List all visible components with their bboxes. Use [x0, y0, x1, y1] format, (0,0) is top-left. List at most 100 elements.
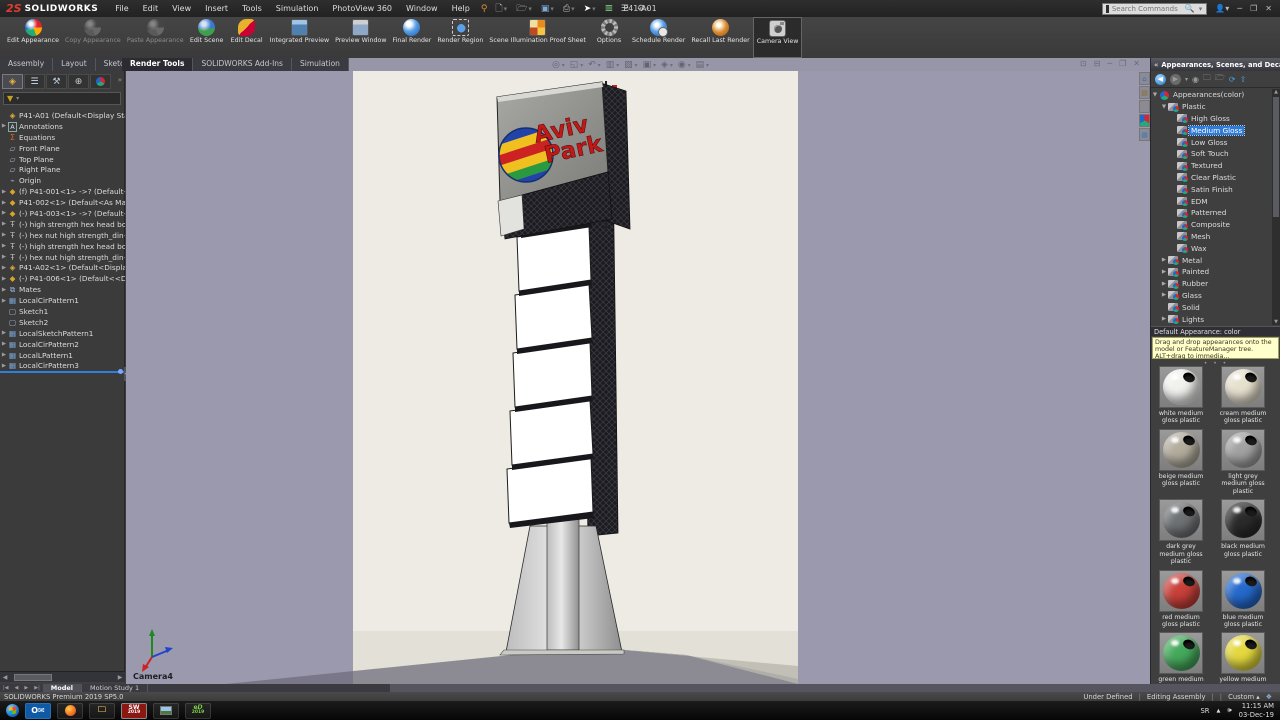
hud-icon[interactable]: ▧ ▾ — [624, 60, 637, 70]
close-button[interactable]: ✕ — [1265, 4, 1272, 13]
menu-item[interactable]: Edit — [136, 2, 166, 15]
commandmanager-tab[interactable]: SOLIDWORKS Add-Ins — [193, 58, 292, 71]
command-button[interactable]: Final Render — [389, 17, 434, 58]
command-button[interactable]: Edit Scene — [187, 17, 227, 58]
search-input[interactable] — [1112, 5, 1182, 13]
expand-arrow-icon[interactable]: ▶ — [0, 123, 8, 129]
login-icon[interactable]: 👤▾ — [1215, 4, 1229, 13]
tree-item[interactable]: Sketch1 — [0, 306, 125, 317]
command-button[interactable]: Scene Illumination Proof Sheet — [486, 17, 589, 58]
appearance-tree-item[interactable]: Satin Finish — [1151, 183, 1273, 195]
tree-item[interactable]: ▶ LocalCirPattern2 — [0, 339, 125, 350]
pin-icon[interactable]: ⚲ — [477, 4, 492, 14]
expand-arrow-icon[interactable]: ▶ — [0, 243, 8, 249]
last-tab-icon[interactable]: ▶| — [31, 685, 43, 691]
restore-button[interactable]: ❐ — [1250, 4, 1257, 13]
appearance-tree-item[interactable]: Patterned — [1151, 207, 1273, 219]
command-button[interactable]: Edit Decal — [227, 17, 267, 58]
new-document-icon[interactable]: 🗋▾ — [491, 1, 512, 17]
tree-item[interactable]: ▶ LocalCirPattern3 — [0, 360, 125, 371]
select-cursor-icon[interactable]: ➤▾ — [580, 4, 601, 14]
first-tab-icon[interactable]: |◀ — [0, 685, 12, 691]
search-scope-icon[interactable] — [1106, 5, 1109, 13]
custom-properties-icon[interactable]: ▦ — [1139, 128, 1150, 141]
tree-item[interactable]: ▶ (-) hex nut high strength_din<331> ( — [0, 252, 125, 263]
swatch-tile[interactable] — [1221, 632, 1265, 674]
menu-item[interactable]: Help — [445, 2, 477, 15]
appearance-tree-item[interactable]: Medium Gloss — [1151, 124, 1273, 136]
expand-arrow-icon[interactable]: ▶ — [0, 189, 8, 195]
solidworks-resources-icon[interactable]: ⌂ — [1139, 72, 1150, 85]
save-icon[interactable]: ▣▾ — [537, 4, 559, 14]
taskbar-outlook[interactable]: O✉ — [25, 703, 51, 719]
hud-icon[interactable]: ◱ ▾ — [570, 60, 583, 70]
file-properties-icon[interactable]: ☰ — [617, 4, 633, 14]
command-button[interactable]: Preview Window — [332, 17, 389, 58]
appearance-tree-item[interactable]: ▶ Painted — [1151, 266, 1273, 278]
doc-restore-icon[interactable]: ⊡ — [1080, 59, 1087, 68]
tree-item[interactable]: Right Plane — [0, 164, 125, 175]
expand-arrow-icon[interactable]: ▶ — [0, 330, 8, 336]
collapse-pane-icon[interactable]: « — [1154, 61, 1158, 69]
tree-item[interactable]: Top Plane — [0, 154, 125, 165]
rollback-bar[interactable] — [0, 371, 125, 373]
appearance-swatch[interactable]: red medium gloss plastic — [1155, 570, 1207, 629]
menu-item[interactable]: Simulation — [269, 2, 326, 15]
next-tab-icon[interactable]: ▶ — [21, 685, 31, 691]
expand-arrow-icon[interactable]: ▶ — [0, 341, 8, 347]
expand-arrow-icon[interactable]: ▶ — [0, 232, 8, 238]
appearance-tree-item[interactable]: Soft Touch — [1151, 148, 1273, 160]
appearance-tree-item[interactable]: ▼ Appearances(color) — [1151, 89, 1273, 101]
tree-item[interactable]: ▶ LocalSketchPattern1 — [0, 328, 125, 339]
hud-icon[interactable]: ▤ ▾ — [696, 60, 709, 70]
menu-item[interactable]: View — [165, 2, 198, 15]
appearance-tree-item[interactable]: Textured — [1151, 160, 1273, 172]
command-button[interactable]: Copy Appearance — [62, 17, 124, 58]
swatch-tile[interactable] — [1159, 366, 1203, 408]
taskbar-edrawings[interactable]: e𝘿2019 — [185, 703, 211, 719]
expand-arrow-icon[interactable]: ▶ — [0, 298, 8, 304]
command-button[interactable]: Render Region — [434, 17, 486, 58]
scroll-right-icon[interactable]: ▶ — [115, 674, 125, 681]
model-tab[interactable]: Motion Study 1 — [82, 684, 148, 692]
prev-tab-icon[interactable]: ◀ — [12, 685, 22, 691]
swatch-tile[interactable] — [1221, 570, 1265, 612]
commandmanager-tab[interactable]: Layout — [53, 58, 96, 71]
swatch-tile[interactable] — [1159, 499, 1203, 541]
scroll-up-icon[interactable]: ▲ — [1272, 89, 1280, 95]
graphics-viewport[interactable]: Aviv Park Camera4 — [126, 71, 1150, 684]
model-tab[interactable]: Model — [43, 684, 82, 692]
menu-item[interactable]: File — [108, 2, 135, 15]
taskbar-solidworks[interactable]: SW2019 — [121, 703, 147, 719]
tab-dimxpertmanager[interactable]: ⊕ — [68, 74, 89, 89]
expand-arrow-icon[interactable]: ▶ — [1160, 281, 1168, 287]
print-icon[interactable]: ⎙▾ — [559, 4, 580, 14]
expand-arrow-icon[interactable]: ▶ — [0, 254, 8, 260]
tree-item[interactable]: ▶ P41-A02<1> (Default<Display State- — [0, 262, 125, 273]
tree-item[interactable]: ▶ Mates — [0, 284, 125, 295]
expand-arrow-icon[interactable]: ▼ — [1151, 92, 1159, 98]
back-icon[interactable]: ◀ — [1155, 74, 1166, 85]
taskpane-scrollbar[interactable]: ▲ ▼ — [1272, 89, 1280, 325]
history-dropdown-icon[interactable]: ▾ — [1185, 76, 1188, 83]
file-explorer-icon[interactable]: 🗀 — [1139, 100, 1150, 113]
doc-tile-icon[interactable]: ⊟ — [1094, 59, 1101, 68]
appearance-tree-item[interactable]: Low Gloss — [1151, 136, 1273, 148]
swatch-tile[interactable] — [1221, 429, 1265, 471]
tree-item[interactable]: ▶ Annotations — [0, 121, 125, 132]
appearance-tree-item[interactable]: Solid — [1151, 301, 1273, 313]
tab-displaymanager[interactable] — [90, 74, 111, 89]
swatch-tile[interactable] — [1221, 499, 1265, 541]
tree-item[interactable]: ▶ (-) P41-003<1> ->? (Default<As Mac — [0, 208, 125, 219]
taskbar-photos[interactable] — [153, 703, 179, 719]
appearance-tree-item[interactable]: EDM — [1151, 195, 1273, 207]
menu-item[interactable]: Tools — [235, 2, 269, 15]
scroll-left-icon[interactable]: ◀ — [0, 674, 10, 681]
tree-filter-box[interactable]: ▼ ▾ — [3, 92, 121, 105]
search-dropdown-icon[interactable]: ▾ — [1198, 5, 1204, 13]
tab-configurationmanager[interactable]: ⚒ — [46, 74, 67, 89]
appearance-swatch[interactable]: white medium gloss plastic — [1155, 366, 1207, 425]
search-icon[interactable]: 🔍 — [1185, 4, 1195, 13]
swatch-tile[interactable] — [1159, 570, 1203, 612]
expand-arrow-icon[interactable]: ▶ — [0, 276, 8, 282]
